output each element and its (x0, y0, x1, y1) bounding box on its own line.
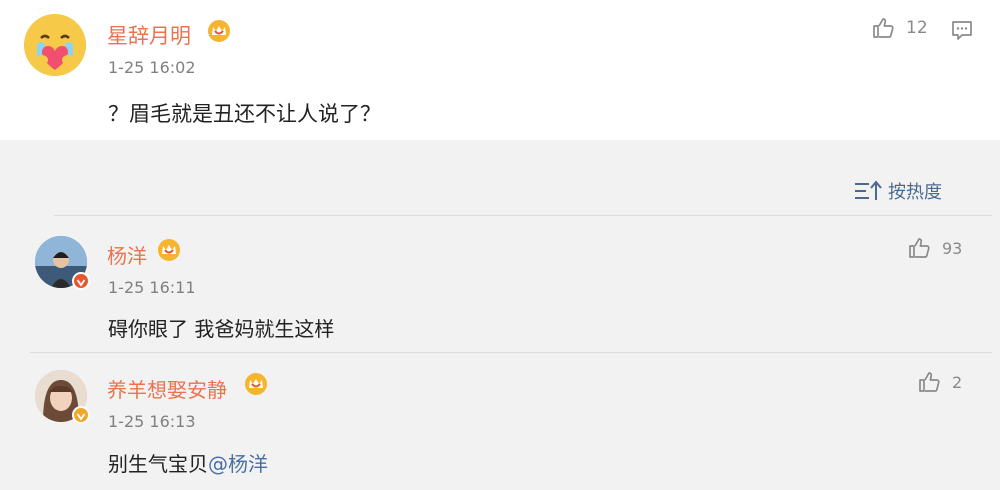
thumbs-up-icon (909, 238, 930, 258)
timestamp: 1-25 16:11 (108, 278, 196, 297)
like-count: 12 (906, 18, 928, 38)
crying-heart-emoji-icon (24, 14, 86, 76)
crown-badge-icon (245, 373, 267, 395)
like-count: 2 (952, 372, 963, 392)
sort-icon (855, 180, 882, 200)
main-comment: 星辞月明 1-25 16:02 ？眉毛就是丑还不让人说了？ 12 (0, 0, 1000, 140)
like-button[interactable]: 12 (872, 16, 928, 40)
reply-text-prefix: 别生气宝贝 (108, 452, 208, 476)
section-divider (0, 140, 1000, 154)
username[interactable]: 星辞月明 (107, 20, 191, 50)
divider (54, 215, 992, 216)
crown-badge-icon (158, 239, 180, 261)
reply-text: 别生气宝贝@杨洋 (108, 448, 268, 477)
verified-badge-icon (72, 272, 90, 290)
username[interactable]: 养羊想娶安静 (107, 374, 227, 403)
user-avatar[interactable] (24, 14, 86, 76)
crown-badge-icon (208, 20, 230, 42)
comment-text: ？眉毛就是丑还不让人说了？ (108, 102, 381, 126)
divider (30, 352, 992, 353)
timestamp: 1-25 16:13 (108, 412, 196, 431)
verified-badge-icon (72, 406, 90, 424)
sort-by-hot-button[interactable]: 按热度 (854, 178, 942, 204)
like-count: 93 (942, 238, 963, 258)
reply-text: 碍你眼了 我爸妈就生这样 (108, 317, 335, 341)
username[interactable]: 杨洋 (107, 240, 147, 269)
timestamp: 1-25 16:02 (108, 58, 196, 77)
thumbs-up-icon (919, 372, 940, 392)
sort-label: 按热度 (888, 182, 942, 203)
comment-icon[interactable] (950, 18, 974, 42)
like-button[interactable]: 2 (918, 370, 962, 394)
thumbs-up-icon (873, 18, 894, 38)
like-button[interactable]: 93 (908, 236, 962, 260)
mention-link[interactable]: @杨洋 (208, 452, 268, 476)
